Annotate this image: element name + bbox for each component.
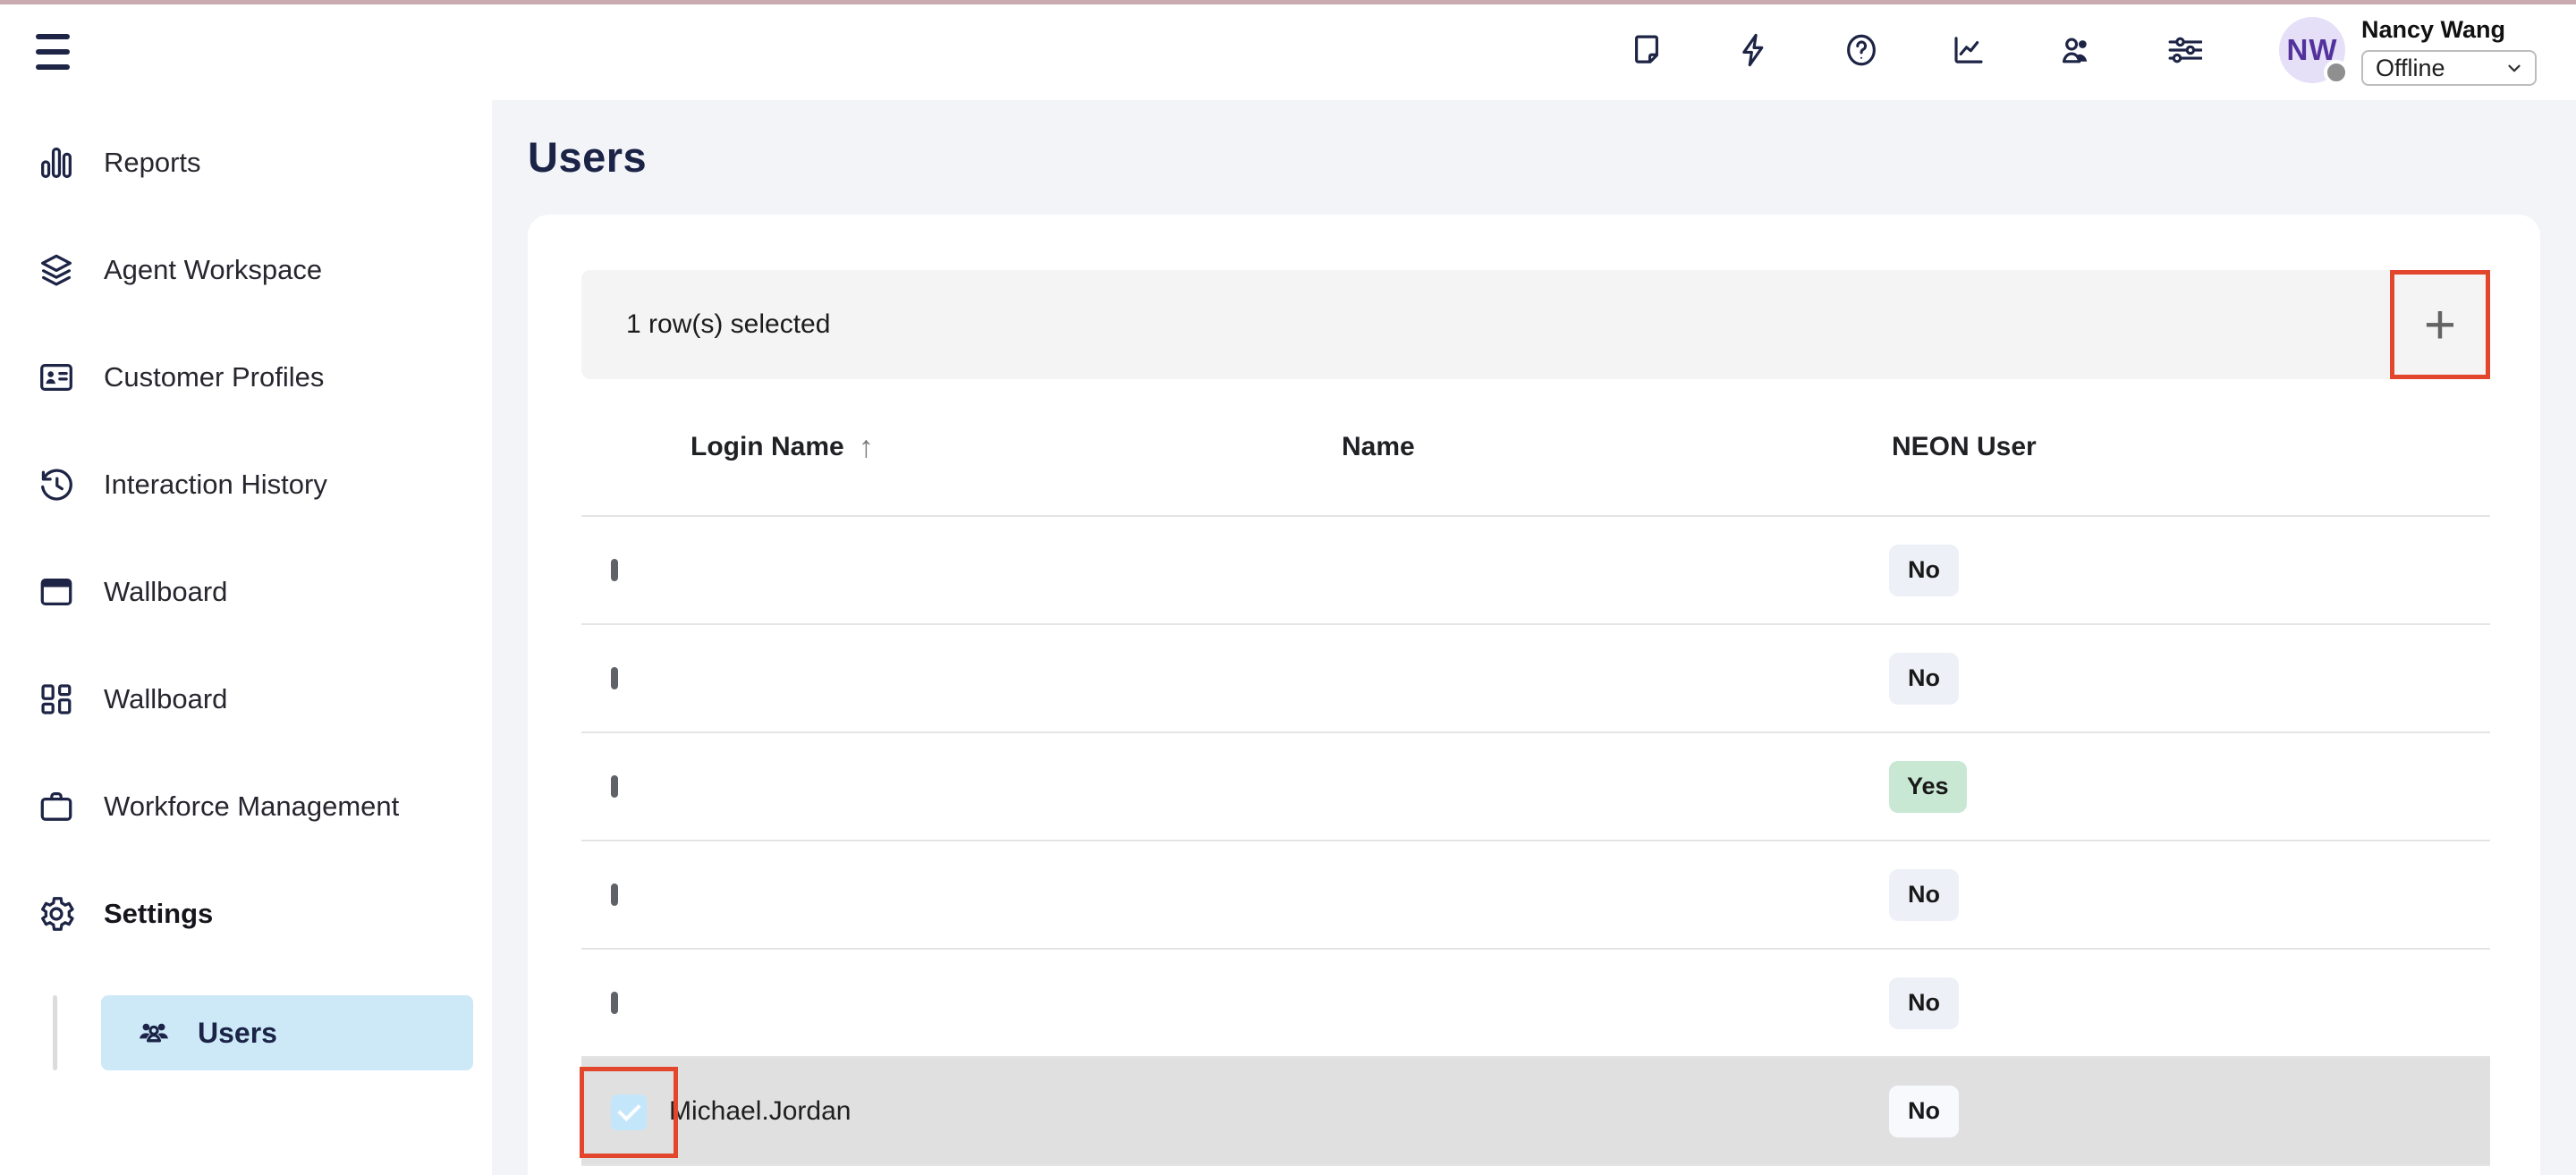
main-content: Users 1 row(s) selected + Login Name ↑ N… <box>492 100 2576 1175</box>
chevron-down-icon <box>2504 58 2524 78</box>
table-row-selected[interactable]: Michael.Jordan No <box>581 1058 2490 1166</box>
row-checkbox-checked[interactable] <box>611 1095 647 1130</box>
settings-submenu: Users <box>0 995 492 1070</box>
user-block: Nancy Wang Offline <box>2361 16 2540 86</box>
gear-icon <box>36 893 77 934</box>
briefcase-icon <box>36 786 77 827</box>
rows-selected-text: 1 row(s) selected <box>626 270 830 379</box>
row-checkbox[interactable] <box>611 775 618 798</box>
row-checkbox[interactable] <box>611 992 618 1014</box>
column-header-name[interactable]: Name <box>1333 432 1889 462</box>
add-user-button[interactable]: + <box>2394 275 2486 375</box>
bar-chart-icon <box>36 142 77 183</box>
users-icon <box>134 1013 174 1052</box>
add-icon: + <box>2424 293 2456 357</box>
table-row[interactable]: No <box>581 625 2490 733</box>
sidebar-item-customer-profiles[interactable]: Customer Profiles <box>0 324 492 431</box>
sidebar-item-label: Reports <box>104 147 201 179</box>
sidebar-item-workforce-management[interactable]: Workforce Management <box>0 753 492 860</box>
status-value: Offline <box>2376 55 2445 82</box>
sidebar-item-wallboard-2[interactable]: Wallboard <box>0 646 492 753</box>
neon-user-badge: Yes <box>1889 761 1967 813</box>
hamburger-menu-icon[interactable] <box>36 34 72 75</box>
sidebar-item-reports[interactable]: Reports <box>0 109 492 216</box>
table-row[interactable]: No <box>581 841 2490 950</box>
row-checkbox[interactable] <box>611 667 618 689</box>
status-dropdown[interactable]: Offline <box>2361 50 2537 86</box>
top-header-bar: NW Nancy Wang Offline <box>0 0 2576 100</box>
sidebar-item-wallboard-1[interactable]: Wallboard <box>0 538 492 646</box>
sidebar-item-label: Wallboard <box>104 683 227 715</box>
sidebar-item-agent-workspace[interactable]: Agent Workspace <box>0 216 492 324</box>
dashboard-icon <box>36 679 77 720</box>
sort-ascending-icon: ↑ <box>859 430 874 465</box>
table-row[interactable]: Yes <box>581 733 2490 841</box>
history-icon <box>36 464 77 505</box>
annotation-box-add-button: + <box>2390 270 2490 379</box>
sidebar-item-label: Interaction History <box>104 469 327 501</box>
flash-icon[interactable] <box>1735 31 1773 69</box>
column-header-login-name[interactable]: Login Name ↑ <box>669 430 1333 465</box>
top-accent-line <box>0 0 2576 4</box>
layers-icon <box>36 249 77 291</box>
table-row[interactable]: No <box>581 950 2490 1058</box>
sidebar-item-users[interactable]: Users <box>101 995 473 1070</box>
sidebar-item-settings[interactable]: Settings <box>0 860 492 968</box>
window-icon <box>36 571 77 613</box>
submenu-guide-line <box>53 995 57 1070</box>
row-checkbox[interactable] <box>611 883 618 906</box>
analytics-icon[interactable] <box>1950 31 1987 69</box>
table-toolbar: 1 row(s) selected + <box>581 270 2490 379</box>
table-header-row: Login Name ↑ Name NEON User <box>581 379 2490 517</box>
help-icon[interactable] <box>1843 31 1880 69</box>
column-header-neon-user[interactable]: NEON User <box>1889 432 2490 462</box>
table-body: No No Yes No <box>581 517 2490 1166</box>
neon-user-badge: No <box>1889 653 1959 705</box>
sidebar-item-label: Wallboard <box>104 576 227 608</box>
notes-icon[interactable] <box>1628 31 1665 69</box>
header-icon-group <box>1628 0 2202 100</box>
neon-user-badge: No <box>1889 869 1959 921</box>
id-card-icon <box>36 357 77 398</box>
page-title: Users <box>528 132 647 182</box>
avatar[interactable]: NW <box>2279 17 2345 83</box>
sidebar-item-label: Workforce Management <box>104 790 399 823</box>
login-name-text: Michael.Jordan <box>669 1096 851 1126</box>
neon-user-badge: No <box>1889 1086 1959 1137</box>
status-dot <box>2324 60 2349 85</box>
table-row[interactable]: No <box>581 517 2490 625</box>
sidebar-item-label: Customer Profiles <box>104 361 324 393</box>
annotation-box-selected-checkbox <box>580 1067 678 1158</box>
user-name: Nancy Wang <box>2361 16 2540 44</box>
preferences-icon[interactable] <box>2165 31 2202 69</box>
sidebar: Reports Agent Workspace Customer Profile… <box>0 100 492 1175</box>
row-checkbox[interactable] <box>611 559 618 581</box>
neon-user-badge: No <box>1889 545 1959 596</box>
sidebar-item-label: Agent Workspace <box>104 254 322 286</box>
sidebar-item-interaction-history[interactable]: Interaction History <box>0 431 492 538</box>
neon-user-badge: No <box>1889 977 1959 1029</box>
contacts-icon[interactable] <box>2057 31 2095 69</box>
sidebar-item-label: Settings <box>104 898 213 930</box>
sidebar-item-label: Users <box>198 1017 277 1050</box>
users-card: 1 row(s) selected + Login Name ↑ Name NE… <box>528 215 2540 1175</box>
